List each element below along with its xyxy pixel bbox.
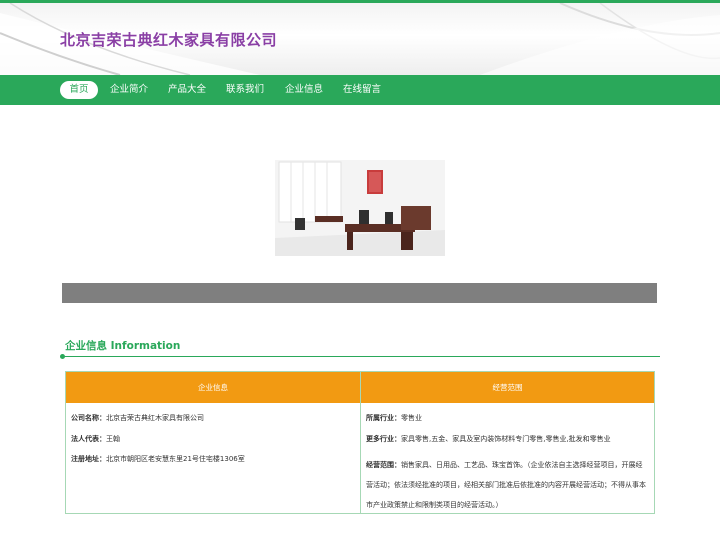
legal-rep-row: 法人代表：王翰: [71, 434, 120, 444]
company-info-column: 企业信息 公司名称：北京吉荣古典红木家具有限公司 法人代表：王翰 注册地址：北京…: [66, 372, 361, 513]
nav-item-home[interactable]: 首页: [60, 81, 98, 99]
industry-row: 所属行业：零售业: [366, 413, 422, 423]
address-value: 北京市朝阳区老安慧东里21号住宅楼1306室: [106, 455, 245, 463]
legal-rep-value: 王翰: [106, 435, 120, 443]
company-name-label: 公司名称：: [71, 414, 106, 422]
company-name-row: 公司名称：北京吉荣古典红木家具有限公司: [71, 413, 204, 423]
nav-item-company-info[interactable]: 企业信息: [280, 81, 328, 99]
legal-rep-label: 法人代表：: [71, 435, 106, 443]
section-divider: [62, 356, 660, 357]
company-info-table: 企业信息 公司名称：北京吉荣古典红木家具有限公司 法人代表：王翰 注册地址：北京…: [65, 371, 655, 514]
nav-item-message[interactable]: 在线留言: [338, 81, 386, 99]
nav-item-contact[interactable]: 联系我们: [221, 81, 269, 99]
address-label: 注册地址：: [71, 455, 106, 463]
section-divider-dot: [60, 354, 65, 359]
address-row: 注册地址：北京市朝阳区老安慧东里21号住宅楼1306室: [71, 454, 245, 464]
office-furniture-image: [275, 160, 445, 256]
business-scope-label: 经营范围：: [366, 461, 401, 469]
site-header: 北京吉荣古典红木家具有限公司: [0, 3, 720, 75]
nav-item-about[interactable]: 企业简介: [105, 81, 153, 99]
company-name-value: 北京吉荣古典红木家具有限公司: [106, 414, 204, 422]
section-title: 企业信息 Information: [65, 340, 181, 352]
more-industry-label: 更多行业：: [366, 435, 401, 443]
business-scope-header: 经营范围: [361, 372, 654, 403]
more-industry-row: 更多行业：家具零售,五金、家具及室内装饰材料专门零售,零售业,批发和零售业: [366, 434, 611, 444]
site-title[interactable]: 北京吉荣古典红木家具有限公司: [60, 29, 277, 50]
business-scope-value: 销售家具、日用品、工艺品、珠宝首饰。（企业依法自主选择经营项目，开展经营活动；依…: [366, 461, 646, 509]
business-scope-column: 经营范围 所属行业：零售业 更多行业：家具零售,五金、家具及室内装饰材料专门零售…: [361, 372, 654, 513]
more-industry-value: 家具零售,五金、家具及室内装饰材料专门零售,零售业,批发和零售业: [401, 435, 611, 443]
gray-banner-bar: [62, 283, 657, 303]
company-info-header: 企业信息: [66, 372, 360, 403]
main-nav: 首页 企业简介 产品大全 联系我们 企业信息 在线留言: [0, 75, 720, 105]
nav-item-products[interactable]: 产品大全: [163, 81, 211, 99]
industry-value: 零售业: [401, 414, 422, 422]
industry-label: 所属行业：: [366, 414, 401, 422]
business-scope-row: 经营范围：销售家具、日用品、工艺品、珠宝首饰。（企业依法自主选择经营项目，开展经…: [366, 455, 648, 515]
